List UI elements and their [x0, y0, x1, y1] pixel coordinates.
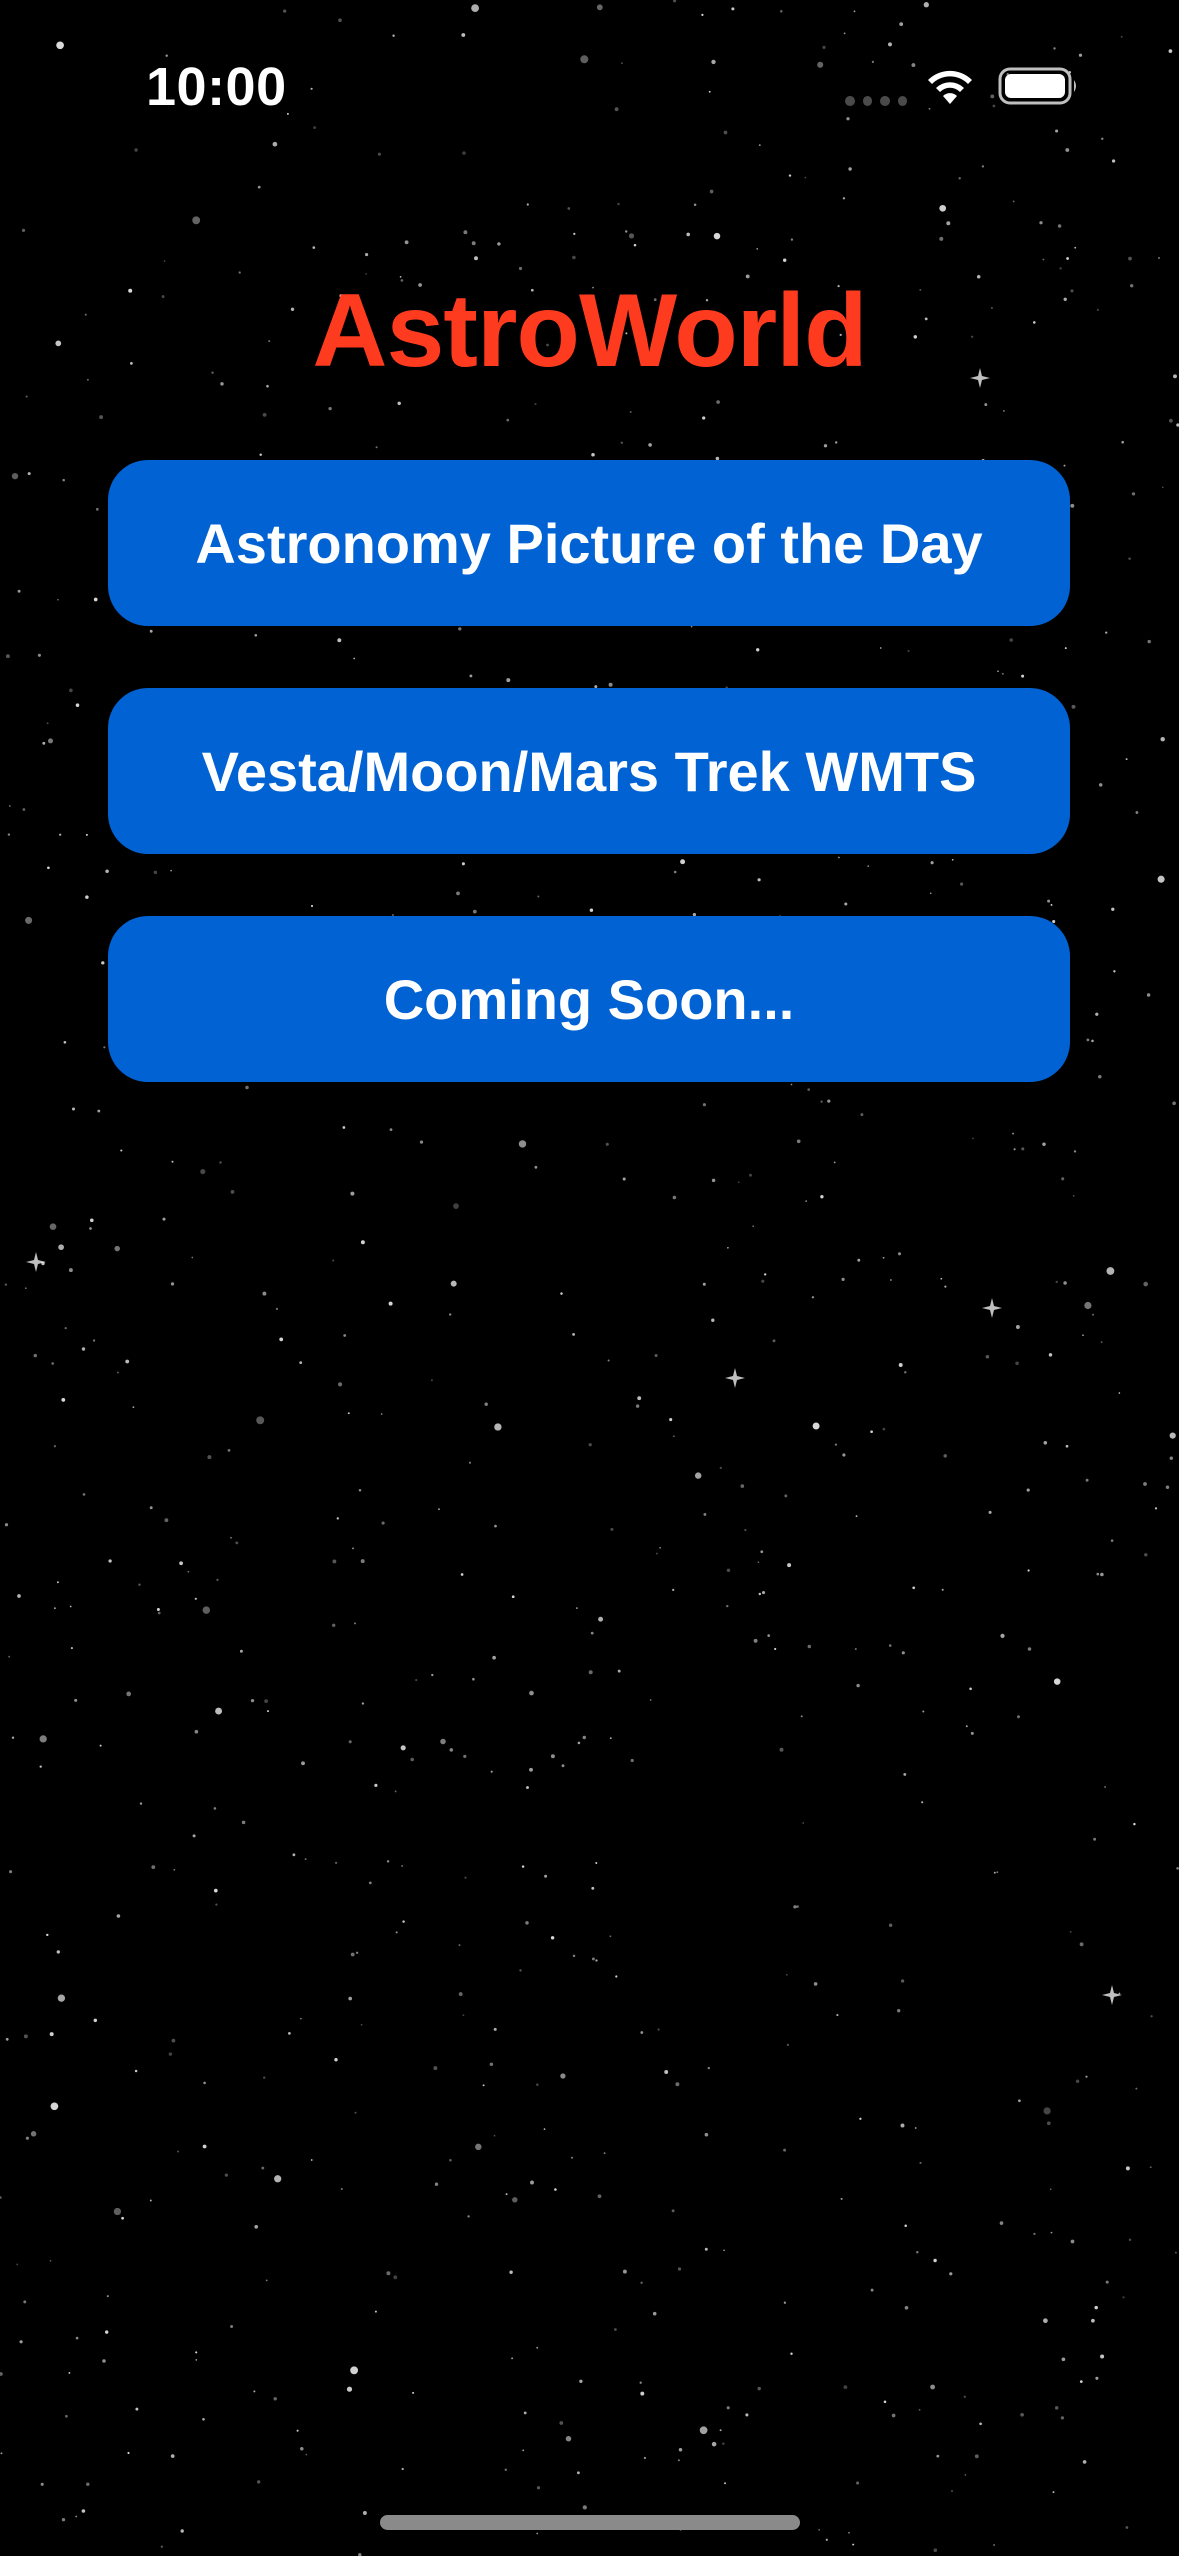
coming-soon-button[interactable]: Coming Soon...	[108, 916, 1070, 1082]
main-menu: Astronomy Picture of the Day Vesta/Moon/…	[108, 460, 1070, 1144]
battery-icon	[998, 67, 1076, 105]
status-time: 10:00	[146, 57, 287, 117]
apod-button[interactable]: Astronomy Picture of the Day	[108, 460, 1070, 626]
status-bar: 10:00	[0, 0, 1179, 170]
app-title: AstroWorld	[312, 273, 867, 389]
home-indicator[interactable]	[380, 2515, 800, 2530]
wifi-icon	[928, 70, 972, 104]
trek-wmts-button[interactable]: Vesta/Moon/Mars Trek WMTS	[108, 688, 1070, 854]
cellular-signal-icon	[845, 96, 907, 106]
